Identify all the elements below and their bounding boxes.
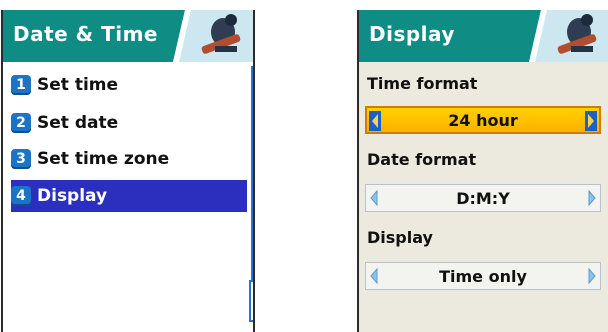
- display-label: Display: [367, 228, 433, 247]
- date-time-menu-screen: Date & Time 1 Set time 2 Set date 3 Set …: [1, 10, 255, 332]
- display-settings-screen: Display Time format 24 hour Date format …: [357, 10, 608, 332]
- menu-item-set-time-zone[interactable]: 3 Set time zone: [11, 146, 247, 172]
- time-format-label: Time format: [367, 74, 478, 93]
- menu-item-label: Set time zone: [37, 149, 170, 169]
- date-format-selector[interactable]: D:M:Y: [365, 184, 601, 212]
- header: Date & Time: [3, 10, 253, 62]
- arrow-right-icon[interactable]: [586, 188, 598, 208]
- arrow-left-icon[interactable]: [368, 188, 380, 208]
- arrow-right-icon[interactable]: [585, 111, 597, 131]
- menu-item-label: Set time: [37, 75, 119, 95]
- time-format-value: 24 hour: [448, 110, 518, 130]
- menu-item-set-date[interactable]: 2 Set date: [11, 110, 247, 136]
- arrow-right-icon[interactable]: [586, 266, 598, 286]
- date-format-label: Date format: [367, 150, 477, 169]
- header: Display: [359, 10, 608, 62]
- screen-title: Date & Time: [13, 22, 158, 46]
- number-1-icon: 1: [11, 75, 31, 95]
- arrow-left-icon[interactable]: [369, 111, 381, 131]
- menu-item-display[interactable]: 4 Display: [11, 180, 247, 212]
- menu-item-set-time[interactable]: 1 Set time: [11, 72, 247, 98]
- menu-item-label: Set date: [37, 113, 119, 133]
- date-format-value: D:M:Y: [456, 188, 510, 208]
- snowboarder-header-image: [527, 10, 608, 62]
- number-2-icon: 2: [11, 113, 31, 133]
- menu-item-label: Display: [37, 186, 108, 206]
- display-mode-value: Time only: [439, 266, 527, 286]
- number-4-icon: 4: [11, 186, 31, 206]
- snowboarder-header-image: [171, 10, 253, 62]
- time-format-selector[interactable]: 24 hour: [365, 106, 601, 134]
- arrow-left-icon[interactable]: [368, 266, 380, 286]
- number-3-icon: 3: [11, 149, 31, 169]
- display-mode-selector[interactable]: Time only: [365, 262, 601, 290]
- scrollbar-thumb[interactable]: [249, 280, 253, 322]
- screen-title: Display: [369, 22, 455, 46]
